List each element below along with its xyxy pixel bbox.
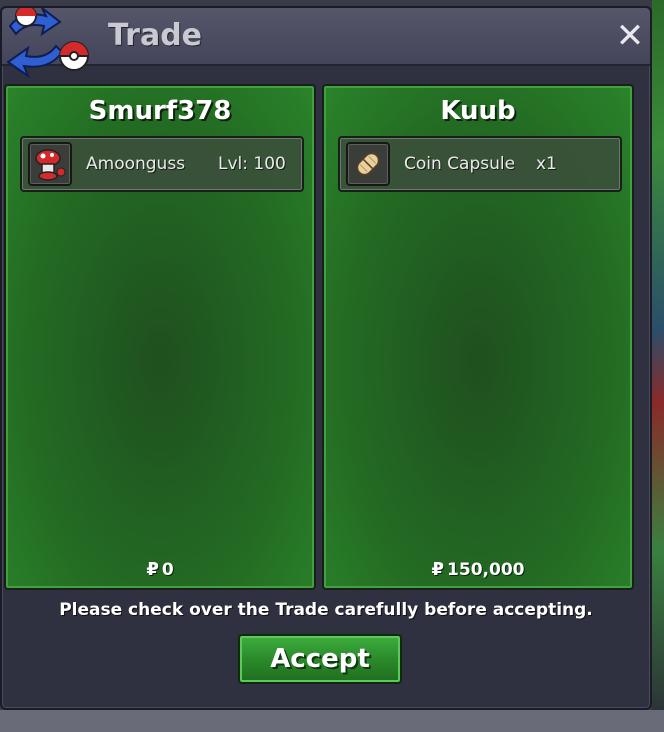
game-background-bottom xyxy=(0,710,664,732)
left-trade-panel: Smurf378 Amoonguss Lvl: 100 ₽0 xyxy=(4,84,316,590)
pokedollar-icon: ₽ xyxy=(431,559,445,580)
left-player-name: Smurf378 xyxy=(88,96,232,126)
coin-capsule-icon xyxy=(346,142,390,186)
close-button[interactable]: ✕ xyxy=(614,18,646,54)
window-title: Trade xyxy=(108,18,203,53)
right-trade-panel: Kuub Coin Capsule x1 ₽150,000 xyxy=(322,84,634,590)
right-player-name: Kuub xyxy=(440,96,516,126)
right-trade-item[interactable]: Coin Capsule x1 xyxy=(338,136,622,192)
accept-button[interactable]: Accept xyxy=(238,634,402,684)
game-background-edge xyxy=(652,0,664,732)
close-icon: ✕ xyxy=(615,16,645,56)
trade-window: Trade ✕ Smurf378 Amoonguss Lvl: 100 ₽ 0 … xyxy=(0,6,652,710)
right-item-name: Coin Capsule xyxy=(404,154,516,174)
pokedollar-icon: ₽ xyxy=(146,559,159,580)
trade-logo-icon xyxy=(6,8,89,78)
right-item-quantity: x1 xyxy=(536,154,557,174)
trade-notice: Please check over the Trade carefully be… xyxy=(59,600,593,620)
left-item-level: Lvl: 100 xyxy=(218,154,286,174)
amoonguss-sprite-icon xyxy=(28,142,72,186)
left-money-amount: 0 xyxy=(161,560,174,580)
left-money: ₽0 xyxy=(6,559,314,580)
left-item-name: Amoonguss xyxy=(86,154,186,174)
right-money-amount: 150,000 xyxy=(447,560,525,580)
left-trade-item[interactable]: Amoonguss Lvl: 100 xyxy=(20,136,304,192)
right-money: ₽150,000 xyxy=(324,559,632,580)
